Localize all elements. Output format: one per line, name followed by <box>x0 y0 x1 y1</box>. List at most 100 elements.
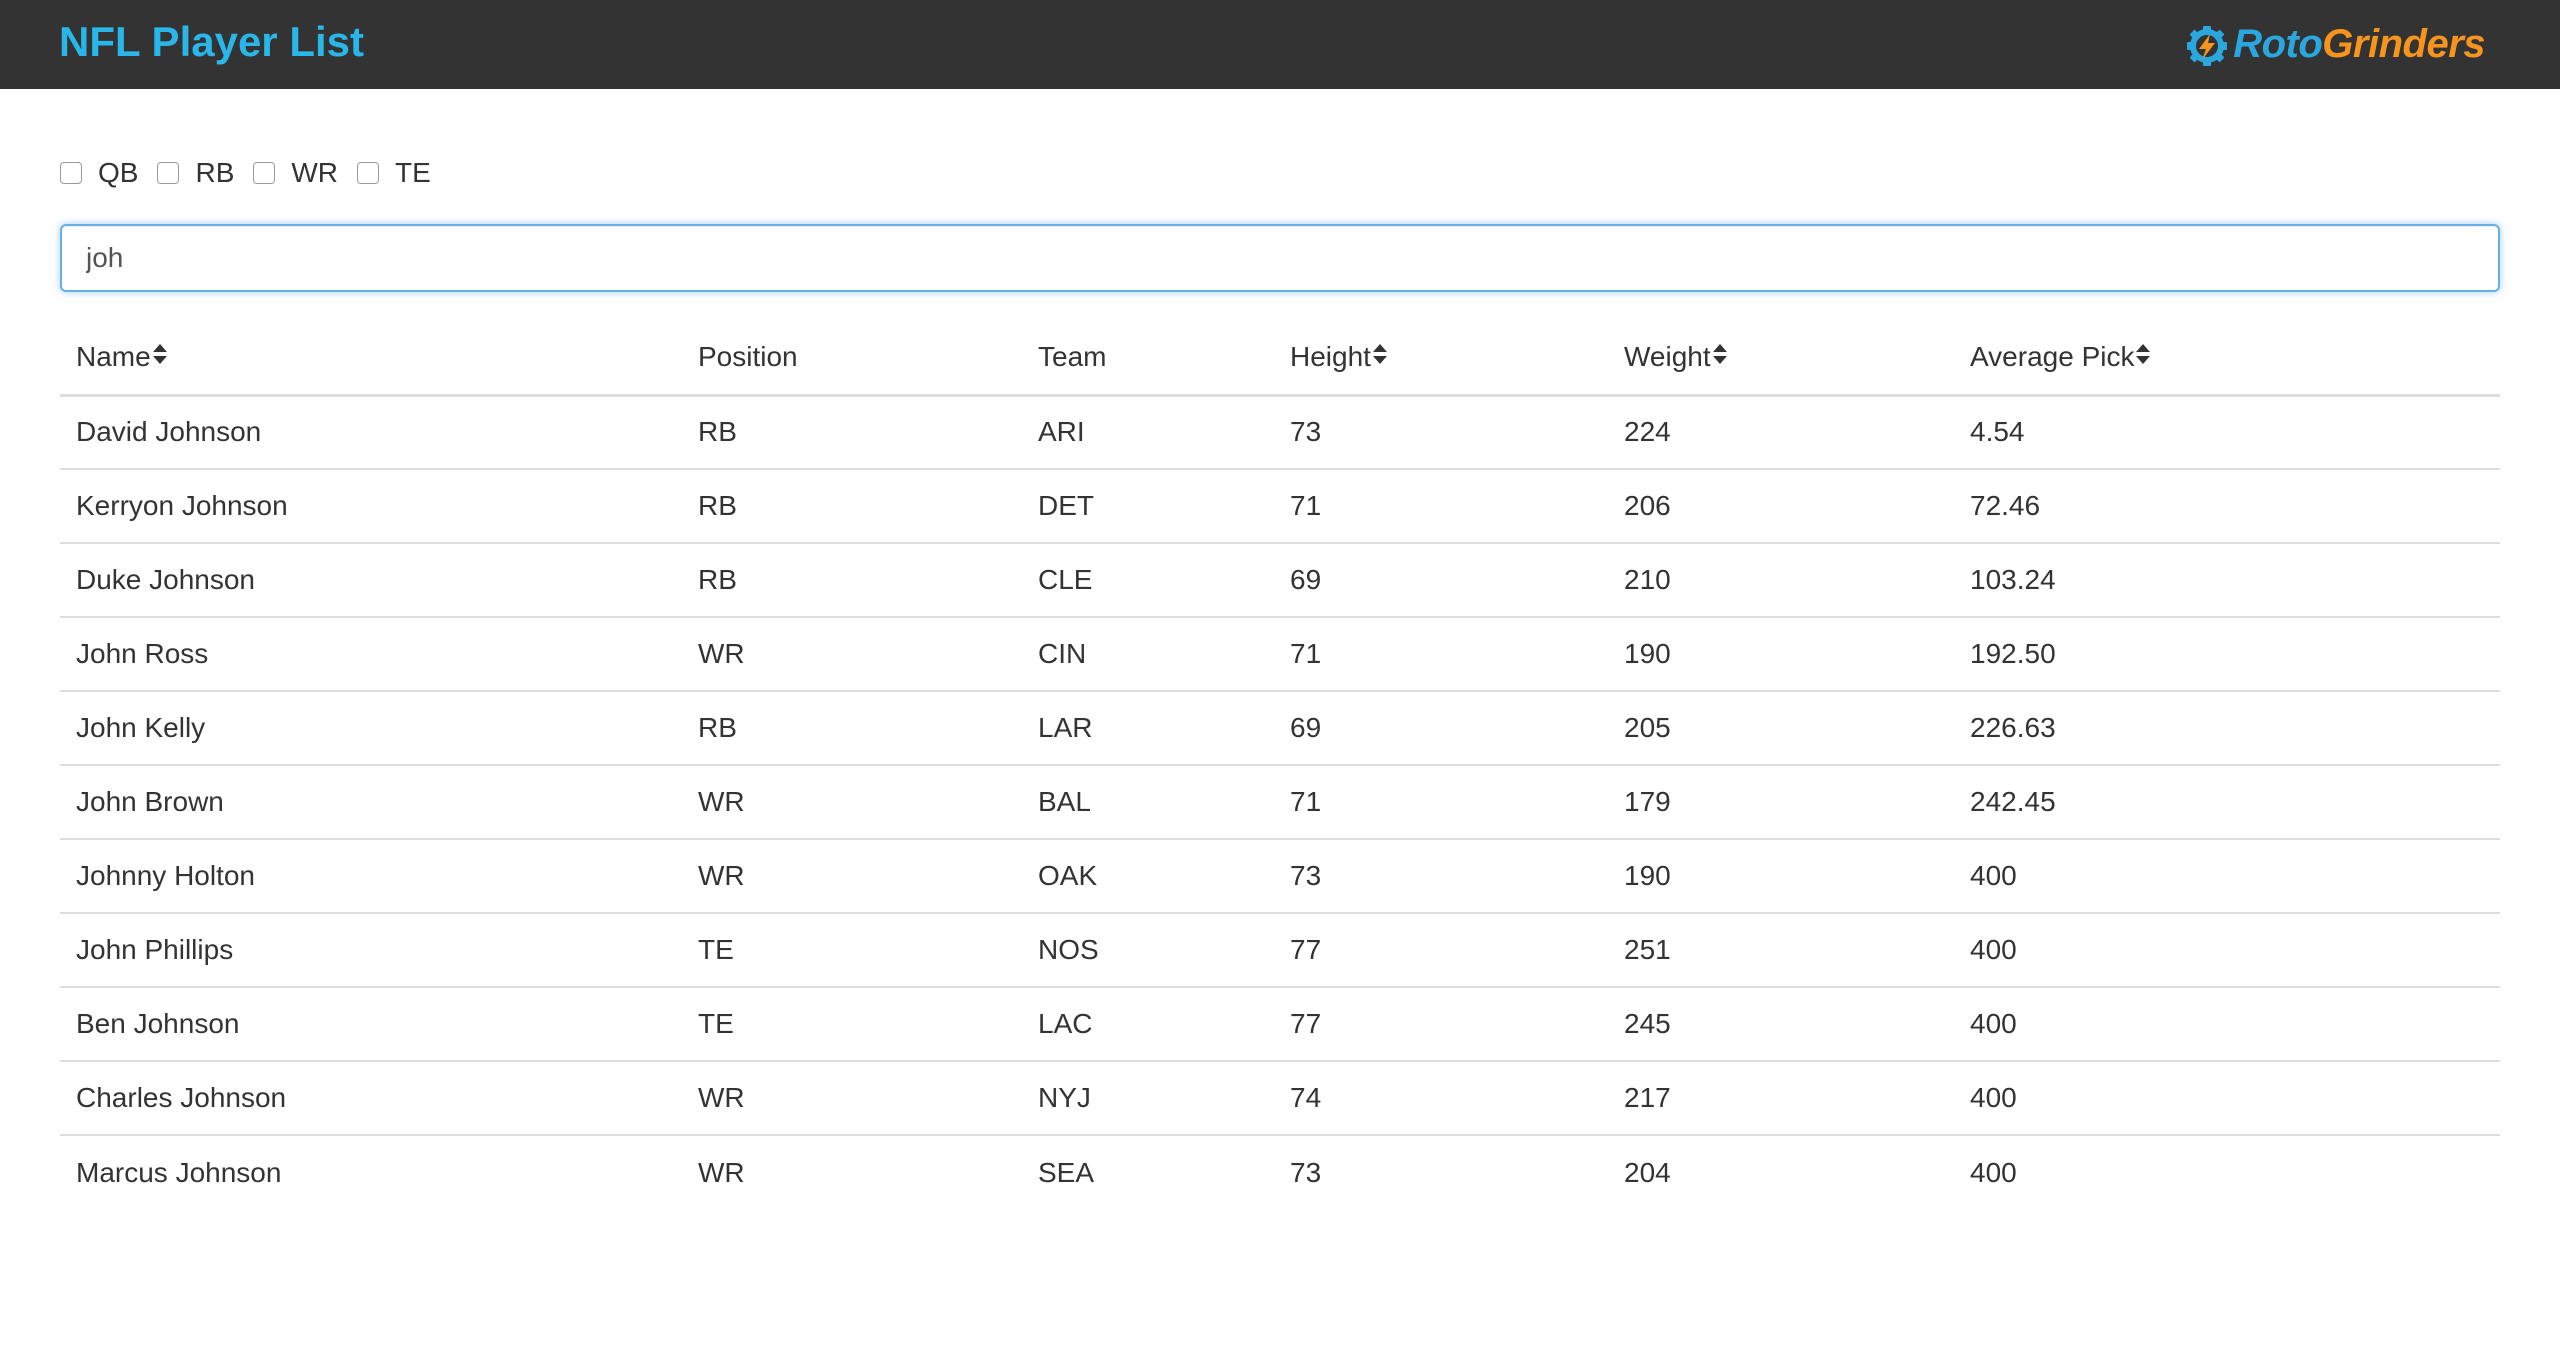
table-row: John Brown WR BAL 71 179 242.45 <box>60 765 2500 840</box>
cell-name: Kerryon Johnson <box>60 469 682 544</box>
column-header-label: Position <box>698 340 798 372</box>
column-header-label: Weight <box>1624 340 1711 372</box>
player-search-input[interactable] <box>60 224 2500 292</box>
cell-team: ARI <box>1022 395 1274 470</box>
cell-name: John Phillips <box>60 913 682 988</box>
cell-team: DET <box>1022 469 1274 544</box>
rotogrinders-logo[interactable]: RotoGrinders <box>2187 18 2485 70</box>
cell-average-pick: 400 <box>1970 1156 2017 1188</box>
cell-position: RB <box>682 691 1022 766</box>
table-row: Marcus Johnson WR SEA 73 204 400 <box>60 1135 2500 1209</box>
cell-name: John Ross <box>60 617 682 692</box>
cell-name: Ben Johnson <box>60 987 682 1062</box>
logo-wordmark-grinders: Grinders <box>2322 22 2485 66</box>
filter-qb-checkbox[interactable] <box>60 162 82 184</box>
table-row: John Kelly RB LAR 69 205 226.63 <box>60 691 2500 766</box>
table-row: Johnny Holton WR OAK 73 190 400 <box>60 839 2500 914</box>
cell-average-pick: 400 <box>1954 987 2500 1062</box>
top-navbar: NFL Player List RotoGrinders <box>0 0 2560 89</box>
cell-weight: 251 <box>1608 913 1954 988</box>
sort-icon[interactable] <box>152 340 168 372</box>
cell-team: NOS <box>1022 913 1274 988</box>
cell-name: Duke Johnson <box>60 543 682 618</box>
cell-team: NYJ <box>1022 1061 1274 1136</box>
filter-rb-checkbox[interactable] <box>157 162 180 184</box>
cell-average-pick: 72.46 <box>1954 469 2500 544</box>
cell-position: WR <box>682 839 1022 914</box>
table-row: David Johnson RB ARI 73 224 4.54 <box>60 395 2500 470</box>
cell-position: RB <box>682 543 1022 618</box>
cell-weight: 205 <box>1608 691 1954 766</box>
cell-average-pick: 4.54 <box>1954 395 2500 470</box>
cell-position: RB <box>682 395 1022 470</box>
cell-name: Charles Johnson <box>60 1061 682 1136</box>
column-header-label: Name <box>76 340 151 372</box>
filter-te-label: TE <box>395 157 431 188</box>
sort-icon[interactable] <box>1372 340 1388 372</box>
cell-average-pick: 103.24 <box>1954 543 2500 618</box>
player-table: Name Position Team Height Weight Average… <box>60 320 2500 1209</box>
cell-weight: 210 <box>1608 543 1954 618</box>
page-title[interactable]: NFL Player List <box>59 16 364 68</box>
cell-team: CIN <box>1022 617 1274 692</box>
column-header-height[interactable]: Height <box>1274 320 1608 397</box>
cell-height: 73 <box>1290 1156 1322 1188</box>
filter-wr-checkbox[interactable] <box>253 162 276 184</box>
cell-weight: 179 <box>1608 765 1954 840</box>
cell-height: 73 <box>1274 395 1608 470</box>
filter-wr-label: WR <box>291 157 339 188</box>
table-row: Duke Johnson RB CLE 69 210 103.24 <box>60 543 2500 618</box>
column-header-label: Height <box>1290 340 1371 372</box>
position-filters: QB RB WR TE <box>60 155 450 191</box>
cell-height: 69 <box>1274 691 1608 766</box>
filter-rb-label: RB <box>195 157 235 188</box>
cell-team: LAR <box>1022 691 1274 766</box>
logo-wordmark-roto: Roto <box>2233 22 2323 66</box>
cell-height: 73 <box>1274 839 1608 914</box>
cell-position: WR <box>682 617 1022 692</box>
sort-icon[interactable] <box>2135 340 2151 372</box>
gear-bolt-icon <box>2187 22 2228 66</box>
cell-height: 77 <box>1274 913 1608 988</box>
cell-weight: 190 <box>1608 617 1954 692</box>
cell-name: Johnny Holton <box>60 839 682 914</box>
filter-qb[interactable]: QB <box>60 157 138 189</box>
cell-position: TE <box>682 913 1022 988</box>
cell-height: 71 <box>1274 617 1608 692</box>
cell-average-pick: 400 <box>1954 913 2500 988</box>
column-header-label: Team <box>1038 340 1107 372</box>
cell-height: 71 <box>1274 765 1608 840</box>
column-header-name[interactable]: Name <box>60 320 682 397</box>
cell-height: 74 <box>1274 1061 1608 1136</box>
filter-te-checkbox[interactable] <box>357 162 380 184</box>
cell-average-pick: 400 <box>1954 839 2500 914</box>
cell-weight: 245 <box>1608 987 1954 1062</box>
filter-rb[interactable]: RB <box>157 157 234 189</box>
cell-position: RB <box>682 469 1022 544</box>
cell-height: 71 <box>1274 469 1608 544</box>
column-header-position: Position <box>682 320 1022 397</box>
cell-position: WR <box>698 1156 745 1188</box>
column-header-average-pick[interactable]: Average Pick <box>1954 320 2500 397</box>
cell-team: CLE <box>1022 543 1274 618</box>
table-row: John Ross WR CIN 71 190 192.50 <box>60 617 2500 692</box>
column-header-label: Average Pick <box>1970 340 2135 372</box>
sort-icon[interactable] <box>1712 340 1728 372</box>
filter-te[interactable]: TE <box>357 157 431 189</box>
column-header-weight[interactable]: Weight <box>1608 320 1954 397</box>
filter-wr[interactable]: WR <box>253 157 338 189</box>
cell-average-pick: 400 <box>1954 1061 2500 1136</box>
cell-team: OAK <box>1022 839 1274 914</box>
cell-position: TE <box>682 987 1022 1062</box>
filter-qb-label: QB <box>98 157 139 188</box>
cell-height: 77 <box>1274 987 1608 1062</box>
cell-name: David Johnson <box>60 395 682 470</box>
table-row: Ben Johnson TE LAC 77 245 400 <box>60 987 2500 1062</box>
table-row: Kerryon Johnson RB DET 71 206 72.46 <box>60 469 2500 544</box>
table-header-row: Name Position Team Height Weight Average… <box>60 320 2500 397</box>
column-header-team: Team <box>1022 320 1274 397</box>
cell-height: 69 <box>1274 543 1608 618</box>
cell-weight: 206 <box>1608 469 1954 544</box>
logo-wordmark: RotoGrinders <box>2233 18 2485 70</box>
cell-average-pick: 242.45 <box>1954 765 2500 840</box>
